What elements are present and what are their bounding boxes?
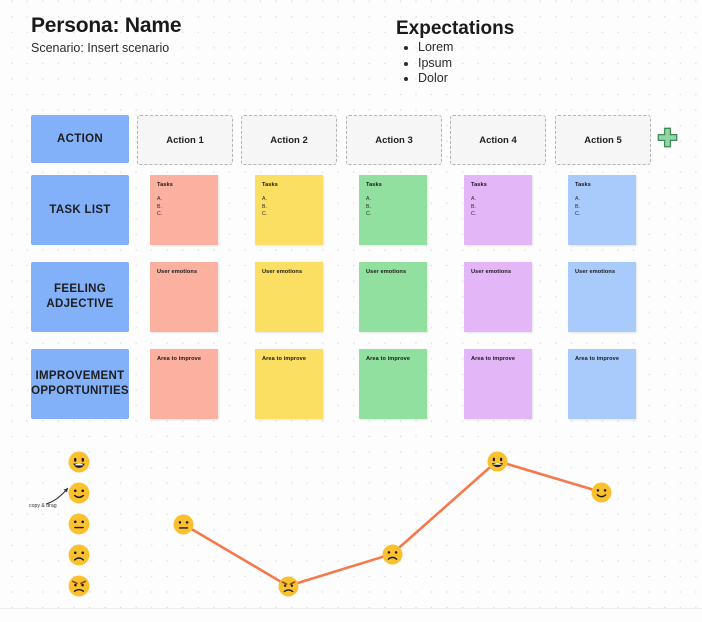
scenario-label: Scenario: Insert scenario bbox=[31, 41, 170, 55]
task-line: C. bbox=[262, 211, 268, 218]
happy-face-icon bbox=[591, 482, 612, 503]
very-happy-face-icon bbox=[68, 451, 90, 473]
feeling-sticky-heading: User emotions bbox=[575, 269, 616, 275]
task-sticky-heading: Tasks bbox=[262, 182, 278, 188]
task-sticky-1[interactable]: Tasks A. B. C. bbox=[150, 175, 218, 245]
action-cell-2[interactable]: Action 2 bbox=[241, 115, 337, 165]
feeling-sticky-1[interactable]: User emotions bbox=[150, 262, 218, 332]
journey-point-1[interactable] bbox=[173, 514, 194, 535]
task-sticky-5[interactable]: Tasks A. B. C. bbox=[568, 175, 636, 245]
feeling-sticky-4[interactable]: User emotions bbox=[464, 262, 532, 332]
feeling-sticky-heading: User emotions bbox=[157, 269, 198, 275]
task-line: A. bbox=[471, 196, 476, 202]
legend-face-very-happy[interactable] bbox=[68, 451, 90, 473]
action-cell-5[interactable]: Action 5 bbox=[555, 115, 651, 165]
journey-point-2[interactable] bbox=[278, 576, 299, 597]
legend-face-sad[interactable] bbox=[68, 544, 90, 566]
task-line: C. bbox=[575, 211, 581, 218]
neutral-face-icon bbox=[173, 514, 194, 535]
row-label-improvement-opportunities[interactable]: IMPROVEMENT OPPORTUNITIES bbox=[31, 349, 129, 419]
improvement-sticky-5[interactable]: Area to improve bbox=[568, 349, 636, 419]
task-sticky-3[interactable]: Tasks A. B. C. bbox=[359, 175, 427, 245]
journey-point-4[interactable] bbox=[487, 451, 508, 472]
action-cell-1[interactable]: Action 1 bbox=[137, 115, 233, 165]
task-sticky-lines: A. B. C. bbox=[157, 196, 162, 219]
expectation-item: Ipsum bbox=[418, 56, 453, 71]
feeling-label-line-2: ADJECTIVE bbox=[46, 298, 114, 310]
legend-face-neutral[interactable] bbox=[68, 513, 90, 535]
improvement-sticky-heading: Area to improve bbox=[157, 356, 202, 362]
improvement-label-line-1: IMPROVEMENT bbox=[35, 370, 125, 382]
improvement-sticky-heading: Area to improve bbox=[262, 356, 307, 362]
task-sticky-heading: Tasks bbox=[157, 182, 173, 188]
task-sticky-heading: Tasks bbox=[366, 182, 382, 188]
task-line: A. bbox=[262, 196, 267, 202]
angry-face-icon bbox=[278, 576, 299, 597]
row-label-feeling-adjective[interactable]: FEELING ADJECTIVE bbox=[31, 262, 129, 332]
feeling-sticky-2[interactable]: User emotions bbox=[255, 262, 323, 332]
task-line: A. bbox=[366, 196, 371, 202]
task-sticky-lines: A. B. C. bbox=[262, 196, 267, 219]
neutral-face-icon bbox=[68, 513, 90, 535]
task-sticky-lines: A. B. C. bbox=[471, 196, 476, 219]
journey-line bbox=[181, 459, 603, 588]
expectation-item: Dolor bbox=[418, 72, 453, 86]
sad-face-icon bbox=[68, 544, 90, 566]
row-label-task-list[interactable]: TASK LIST bbox=[31, 175, 129, 245]
persona-title: Persona: Name bbox=[31, 14, 182, 37]
improvement-sticky-1[interactable]: Area to improve bbox=[150, 349, 218, 419]
action-cell-3[interactable]: Action 3 bbox=[346, 115, 442, 165]
footer-divider bbox=[0, 608, 702, 609]
expectations-title: Expectations bbox=[396, 18, 515, 39]
task-line: B. bbox=[157, 203, 162, 210]
task-line: C. bbox=[471, 211, 477, 218]
legend-face-angry[interactable] bbox=[68, 575, 90, 597]
task-sticky-4[interactable]: Tasks A. B. C. bbox=[464, 175, 532, 245]
improvement-sticky-heading: Area to improve bbox=[575, 356, 620, 362]
plus-icon bbox=[657, 127, 678, 148]
task-sticky-heading: Tasks bbox=[471, 182, 487, 188]
improvement-sticky-heading: Area to improve bbox=[471, 356, 516, 362]
expectations-list: Lorem Ipsum Dolor bbox=[400, 40, 453, 88]
feeling-sticky-heading: User emotions bbox=[366, 269, 407, 275]
task-sticky-heading: Tasks bbox=[575, 182, 591, 188]
sad-face-icon bbox=[382, 544, 403, 565]
task-sticky-2[interactable]: Tasks A. B. C. bbox=[255, 175, 323, 245]
row-label-action[interactable]: ACTION bbox=[31, 115, 129, 163]
copy-drag-arrow-icon bbox=[45, 487, 69, 505]
task-line: A. bbox=[157, 196, 162, 202]
task-line: A. bbox=[575, 196, 580, 202]
task-sticky-lines: A. B. C. bbox=[366, 196, 371, 219]
very-happy-face-icon bbox=[487, 451, 508, 472]
feeling-sticky-3[interactable]: User emotions bbox=[359, 262, 427, 332]
improvement-sticky-3[interactable]: Area to improve bbox=[359, 349, 427, 419]
improvement-sticky-4[interactable]: Area to improve bbox=[464, 349, 532, 419]
action-cell-4[interactable]: Action 4 bbox=[450, 115, 546, 165]
journey-point-3[interactable] bbox=[382, 544, 403, 565]
improvement-label-line-2: OPPORTUNITIES bbox=[31, 385, 129, 397]
add-column-button[interactable] bbox=[657, 127, 678, 148]
task-line: C. bbox=[157, 211, 163, 218]
task-sticky-lines: A. B. C. bbox=[575, 196, 580, 219]
feeling-sticky-heading: User emotions bbox=[262, 269, 303, 275]
angry-face-icon bbox=[68, 575, 90, 597]
journey-map-canvas[interactable]: Persona: Name Scenario: Insert scenario … bbox=[0, 0, 702, 622]
journey-point-5[interactable] bbox=[591, 482, 612, 503]
feeling-sticky-heading: User emotions bbox=[471, 269, 512, 275]
task-line: B. bbox=[366, 203, 371, 210]
task-line: B. bbox=[575, 203, 580, 210]
feeling-sticky-5[interactable]: User emotions bbox=[568, 262, 636, 332]
task-line: B. bbox=[262, 203, 267, 210]
task-line: B. bbox=[471, 203, 476, 210]
improvement-sticky-2[interactable]: Area to improve bbox=[255, 349, 323, 419]
feeling-label-line-1: FEELING bbox=[54, 283, 106, 295]
expectation-item: Lorem bbox=[418, 40, 453, 55]
task-line: C. bbox=[366, 211, 372, 218]
improvement-sticky-heading: Area to improve bbox=[366, 356, 411, 362]
